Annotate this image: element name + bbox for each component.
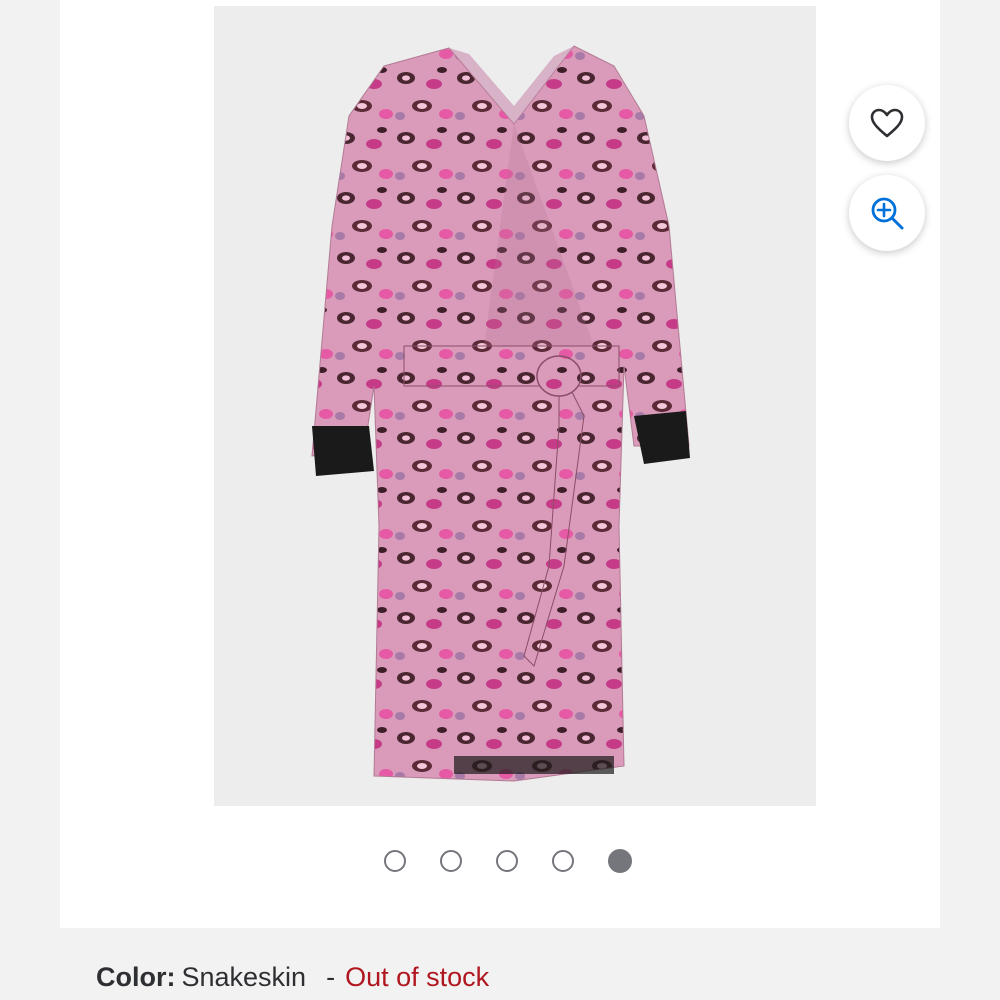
color-value: Snakeskin: [181, 962, 307, 992]
zoom-button[interactable]: [849, 175, 925, 251]
gallery-dot-3[interactable]: [496, 850, 518, 872]
gallery-dot-5[interactable]: [608, 849, 632, 873]
gallery-dot-1[interactable]: [384, 850, 406, 872]
gallery-dot-4[interactable]: [552, 850, 574, 872]
zoom-in-icon: [871, 197, 904, 230]
product-image[interactable]: [214, 6, 816, 806]
heart-icon: [870, 108, 904, 138]
color-variant-line: Color: Snakeskin - Out of stock: [96, 962, 489, 993]
stock-status: Out of stock: [345, 962, 490, 992]
color-label: Color:: [96, 962, 176, 992]
gallery-dot-2[interactable]: [440, 850, 462, 872]
favorite-button[interactable]: [849, 85, 925, 161]
gallery-pagination: [0, 849, 1000, 876]
separator: -: [326, 962, 336, 992]
